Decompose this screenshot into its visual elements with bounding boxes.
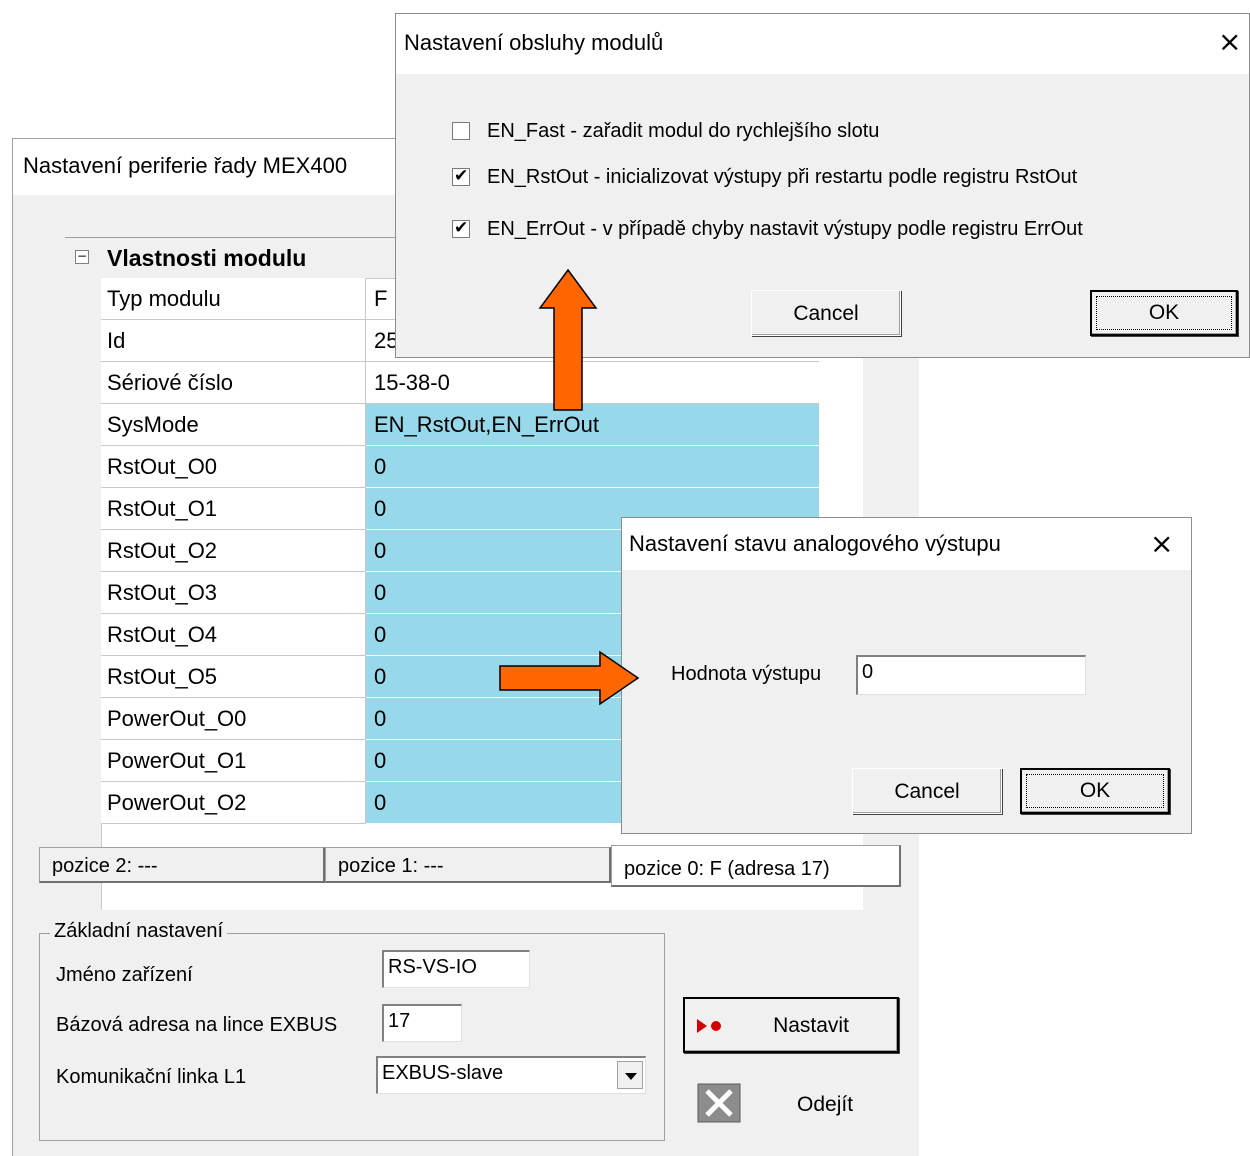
property-name-cell: SysMode <box>101 404 366 446</box>
grid-row[interactable]: SysMode EN_RstOut,EN_ErrOut <box>101 404 819 446</box>
property-value: 0 <box>374 748 387 773</box>
ok-button[interactable]: OK <box>1090 290 1238 336</box>
property-value: 0 <box>374 580 387 605</box>
property-name-cell: RstOut_O4 <box>101 614 366 656</box>
property-value: 0 <box>374 538 387 563</box>
cancel-button[interactable]: Cancel <box>852 768 1002 814</box>
tab-pozice-1[interactable]: pozice 1: --- <box>325 847 611 883</box>
cancel-button-label: Cancel <box>793 302 859 325</box>
cancel-button[interactable]: Cancel <box>751 290 901 336</box>
output-value-label: Hodnota výstupu <box>671 663 822 685</box>
property-value: 0 <box>374 454 387 479</box>
tab-label: pozice 2: --- <box>52 855 158 877</box>
property-name: PowerOut_O2 <box>107 790 247 815</box>
option-label: EN_RstOut - inicializovat výstupy při re… <box>487 166 1078 188</box>
base-address-field[interactable]: 17 <box>382 1004 462 1042</box>
grid-row[interactable]: Sériové číslo 15-38-0 <box>101 362 819 404</box>
close-icon <box>697 1083 741 1123</box>
dialog-title-bar: Nastavení obsluhy modulů × <box>396 14 1249 74</box>
property-name: Sériové číslo <box>107 370 233 395</box>
property-name-cell: RstOut_O0 <box>101 446 366 488</box>
property-name: RstOut_O1 <box>107 496 218 521</box>
checkbox-en-rstout[interactable] <box>452 166 470 186</box>
group-legend: Základní nastavení <box>50 920 227 943</box>
collapse-icon[interactable]: − <box>75 250 89 264</box>
property-name-cell: PowerOut_O2 <box>101 782 366 824</box>
property-name: PowerOut_O0 <box>107 706 247 731</box>
comm-line-label: Komunikační linka L1 <box>56 1066 247 1088</box>
output-value-field[interactable]: 0 <box>856 655 1086 695</box>
property-value: EN_RstOut,EN_ErrOut <box>374 412 599 437</box>
option-label: EN_ErrOut - v případě chyby nastavit výs… <box>487 218 1083 240</box>
property-name: RstOut_O0 <box>107 454 218 479</box>
option-label: EN_Fast - zařadit modul do rychlejšího s… <box>487 120 880 142</box>
property-name-cell: PowerOut_O1 <box>101 740 366 782</box>
property-name: RstOut_O5 <box>107 664 218 689</box>
property-name: RstOut_O2 <box>107 538 218 563</box>
property-value: 0 <box>374 790 387 815</box>
close-icon[interactable]: × <box>1218 28 1241 56</box>
device-name-label: Jméno zařízení <box>56 964 193 986</box>
ok-button-label: OK <box>1148 301 1180 324</box>
arrow-right-annotation <box>499 650 640 706</box>
property-name: PowerOut_O1 <box>107 748 247 773</box>
ok-button[interactable]: OK <box>1020 768 1170 814</box>
property-value: 15-38-0 <box>374 370 450 395</box>
tab-label: pozice 1: --- <box>338 855 444 877</box>
ok-button-label: OK <box>1079 779 1111 802</box>
dialog-title: Nastavení obsluhy modulů <box>404 30 664 55</box>
property-value: 0 <box>374 496 387 521</box>
property-value: 0 <box>374 706 387 731</box>
base-address-value: 17 <box>388 1010 411 1032</box>
property-name: SysMode <box>107 412 199 437</box>
property-name-cell: RstOut_O3 <box>101 572 366 614</box>
tab-label: pozice 0: F (adresa 17) <box>624 858 830 880</box>
set-button[interactable]: Nastavit <box>683 997 899 1053</box>
property-value: F <box>374 286 388 311</box>
output-value: 0 <box>862 661 874 683</box>
device-name-field[interactable]: RS-VS-IO <box>382 950 530 988</box>
exit-button-label: Odejít <box>797 1093 854 1116</box>
property-name-cell: Typ modulu <box>101 278 366 320</box>
property-name: Id <box>107 328 126 353</box>
grid-row[interactable]: RstOut_O0 0 <box>101 446 819 488</box>
comm-line-select[interactable]: EXBUS-slave <box>376 1056 646 1094</box>
base-address-label: Bázová adresa na lince EXBUS <box>56 1014 338 1036</box>
property-name: Typ modulu <box>107 286 221 311</box>
checkbox-en-errout[interactable] <box>452 218 470 238</box>
checkbox-en-fast[interactable] <box>452 122 470 140</box>
basic-settings-group: Základní nastavení Jméno zařízení RS-VS-… <box>39 920 665 1141</box>
tab-pozice-2[interactable]: pozice 2: --- <box>39 847 325 883</box>
close-icon[interactable]: × <box>1150 530 1173 558</box>
device-name-value: RS-VS-IO <box>388 956 477 978</box>
property-name-cell: Id <box>101 320 366 362</box>
window-title: Nastavení periferie řady MEX400 <box>23 153 348 178</box>
property-value: 0 <box>374 664 387 689</box>
comm-line-value: EXBUS-slave <box>382 1062 504 1084</box>
property-name-cell: RstOut_O2 <box>101 530 366 572</box>
chevron-down-icon[interactable] <box>617 1061 643 1089</box>
set-button-label: Nastavit <box>773 1014 849 1037</box>
dialog-title-bar: Nastavení stavu analogového výstupu × <box>622 518 1191 570</box>
property-name-cell: RstOut_O5 <box>101 656 366 698</box>
property-value-cell[interactable]: 0 <box>366 446 819 488</box>
property-name: RstOut_O3 <box>107 580 218 605</box>
grid-gutter: − <box>65 238 102 910</box>
property-value: 0 <box>374 622 387 647</box>
arrow-up-annotation <box>538 268 598 411</box>
property-name-cell: RstOut_O1 <box>101 488 366 530</box>
property-name-cell: Sériové číslo <box>101 362 366 404</box>
tab-pozice-0[interactable]: pozice 0: F (adresa 17) <box>611 845 901 887</box>
group-label: Vlastnosti modulu <box>107 245 307 271</box>
property-name: RstOut_O4 <box>107 622 218 647</box>
dialog-title: Nastavení stavu analogového výstupu <box>629 531 1001 556</box>
sysmode-dialog: Nastavení obsluhy modulů × EN_Fast - zař… <box>395 13 1250 358</box>
analog-output-dialog: Nastavení stavu analogového výstupu × Ho… <box>621 517 1192 834</box>
exit-button[interactable]: Odejít <box>697 1083 897 1127</box>
cancel-button-label: Cancel <box>894 780 960 803</box>
property-name-cell: PowerOut_O0 <box>101 698 366 740</box>
